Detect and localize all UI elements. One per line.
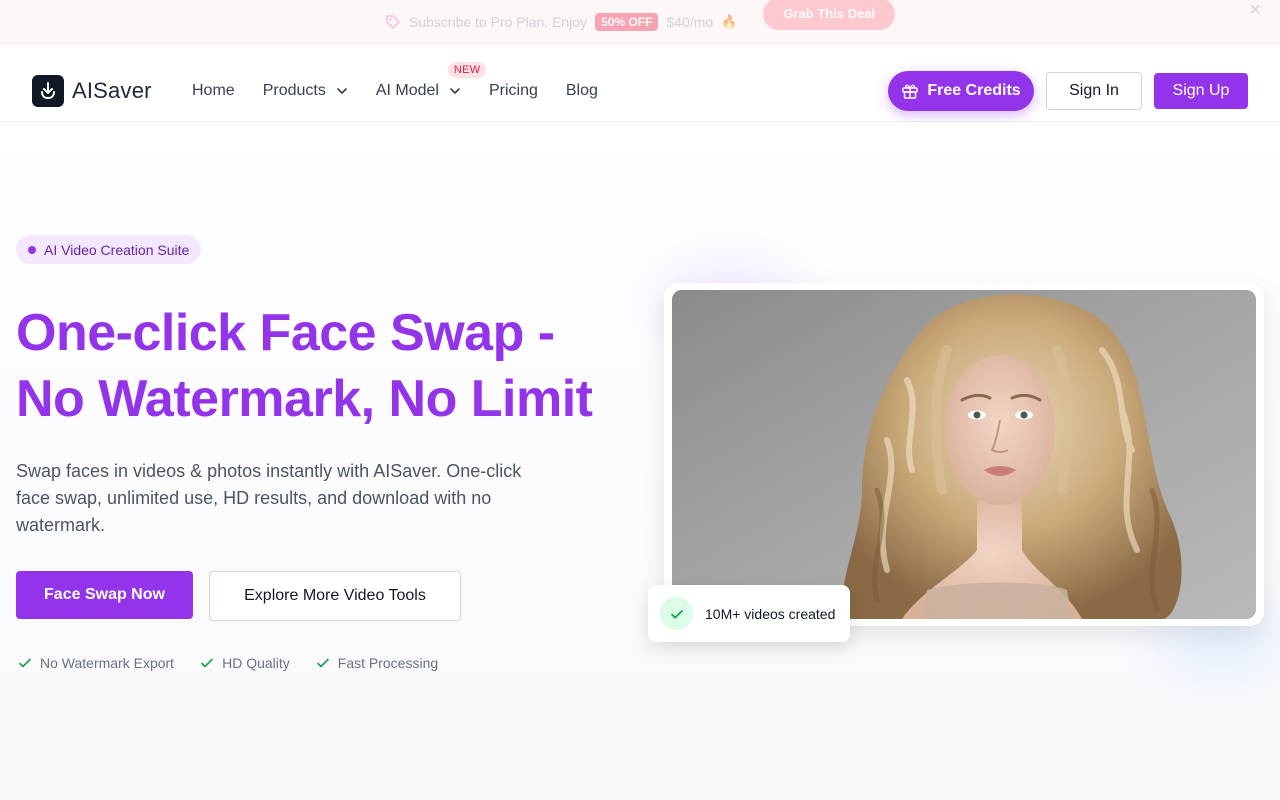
main-nav: Home Products AI Model NEW Pricing Blog [192,62,626,102]
sign-in-button[interactable]: Sign In [1046,72,1142,110]
check-icon [201,658,213,668]
feature-list: No Watermark Export HD Quality Fast Proc… [18,655,438,671]
tag-icon [386,14,400,29]
logo-icon [32,75,64,107]
nav-ai-model[interactable]: AI Model NEW [375,62,487,102]
close-icon[interactable]: ✕ [1249,0,1262,20]
nav-blog[interactable]: Blog [566,80,598,102]
logo-text: AISaver [72,78,152,103]
nav-home-label: Home [192,82,235,99]
promo-price: $40/mo [666,13,714,30]
feature-label: HD Quality [222,655,290,671]
nav-products-label: Products [262,82,326,99]
stat-label: 10M+ videos created [705,605,836,622]
pill-label: AI Video Creation Suite [44,241,190,258]
free-credits-button[interactable]: Free Credits [888,71,1034,111]
new-badge: NEW [447,62,487,78]
promo-content: Subscribe to Pro Plan. Enjoy 50% OFF $40… [385,12,738,31]
nav-home[interactable]: Home [192,80,235,102]
nav-blog-label: Blog [565,82,598,99]
promo-discount-badge: 50% OFF [595,12,659,31]
check-icon [316,658,329,668]
promo-bar: Subscribe to Pro Plan. Enjoy 50% OFF $40… [0,0,1280,44]
feature-label: No Watermark Export [40,655,175,671]
hero-subtext: Swap faces in videos & photos instantly … [16,461,522,535]
site-header: AISaver Home Products AI Model NEW Prici… [0,44,1280,122]
logo[interactable]: AISaver [32,75,152,107]
suite-pill: AI Video Creation Suite [16,235,202,264]
gift-icon [902,84,919,99]
videos-created-stat: 10M+ videos created [648,585,850,642]
face-swap-now-button[interactable]: Face Swap Now [16,571,193,619]
hero-portrait-image [672,290,1256,619]
grab-deal-button[interactable]: Grab This Deal [763,0,896,30]
flame-icon: 🔥 [721,13,738,29]
feature-item: HD Quality [200,655,290,671]
promo-text: Subscribe to Pro Plan. Enjoy [408,13,588,30]
chevron-down-icon [450,88,460,94]
nav-pricing-label: Pricing [488,82,538,99]
explore-tools-button[interactable]: Explore More Video Tools [209,571,461,621]
feature-item: Fast Processing [316,655,438,671]
check-icon [19,658,31,668]
free-credits-label: Free Credits [927,82,1021,99]
hero-headline: One-click Face Swap - No Watermark, No L… [16,304,593,428]
nav-products[interactable]: Products [263,80,348,102]
nav-pricing[interactable]: Pricing [489,80,538,102]
feature-label: Fast Processing [337,655,439,671]
nav-ai-model-label: AI Model [375,82,439,99]
check-circle-icon [660,597,693,630]
chevron-down-icon [337,88,347,94]
feature-item: No Watermark Export [18,655,174,671]
pill-dot [28,245,36,254]
sign-up-button[interactable]: Sign Up [1154,73,1248,109]
